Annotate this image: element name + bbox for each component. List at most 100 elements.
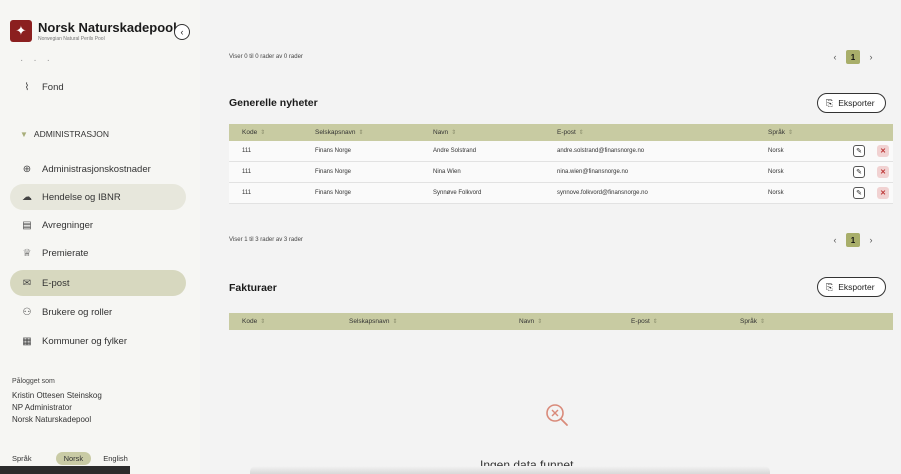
sidebar-item-fond[interactable]: ⌇ Fond — [10, 74, 186, 100]
cell-navn: Synnøve Folkvord — [433, 190, 482, 196]
cell-e-post: andre.solstrand@finansnorge.no — [557, 148, 645, 154]
cell-sprak: Norsk — [768, 148, 784, 154]
column-header-kode[interactable]: Kode ⇕ — [242, 129, 265, 136]
page-number-button[interactable]: 1 — [846, 50, 860, 64]
language-option-norsk[interactable]: Norsk — [55, 452, 92, 465]
caret-down-icon: ▼ — [20, 129, 28, 139]
close-icon: ✕ — [880, 148, 886, 155]
prev-page-icon[interactable]: ‹ — [830, 52, 840, 62]
language-option-english[interactable]: English — [103, 454, 128, 463]
export-button[interactable]: ⎘ Eksporter — [817, 277, 886, 297]
column-header-e-post[interactable]: E-post ⇕ — [557, 129, 584, 136]
export-button[interactable]: ⎘ Eksporter — [817, 93, 886, 113]
logo[interactable]: ✦ Norsk Naturskadepool Norwegian Natural… — [10, 20, 177, 42]
prev-page-icon[interactable]: ‹ — [830, 235, 840, 245]
pencil-icon: ✎ — [856, 148, 862, 155]
user-role: NP Administrator — [12, 403, 72, 412]
cell-e-post: nina.wien@finansnorge.no — [557, 169, 629, 175]
sort-icon: ⇕ — [759, 319, 766, 325]
cell-navn: Andre Solstrand — [433, 148, 477, 154]
collapse-sidebar-button[interactable]: ‹ — [174, 24, 190, 40]
table-generelle-nyheter: Kode ⇕ Selskapsnavn ⇕ Navn ⇕ E-post ⇕ Språk ⇕… — [229, 124, 893, 204]
table-header: Kode ⇕ Selskapsnavn ⇕ Navn ⇕ E-post ⇕ Språk ⇕ — [229, 124, 893, 141]
sidebar: ✦ Norsk Naturskadepool Norwegian Natural… — [0, 0, 200, 474]
sidebar-item-label: Brukere og roller — [42, 306, 113, 318]
sidebar-item-label: Kommuner og fylker — [42, 335, 128, 347]
user-info: Pålogget som Kristin Ottesen Steinskog N… — [12, 376, 102, 426]
sort-icon: ⇕ — [537, 319, 543, 325]
sidebar-item-hendelse-og-ibnr[interactable]: ☁ Hendelse og IBNR — [10, 184, 186, 210]
file-export-icon: ⎘ — [826, 281, 834, 292]
sidebar-item-label: Hendelse og IBNR — [42, 191, 121, 203]
cell-selskapsnavn: Finans Norge — [315, 148, 352, 154]
sort-icon: ⇕ — [787, 130, 794, 136]
language-switcher: Språk Norsk English — [12, 452, 128, 465]
sidebar-item-avregninger[interactable]: ▤ Avregninger — [10, 212, 186, 238]
top-row-info: Viser 0 til 0 rader av 0 rader — [229, 54, 303, 60]
table-row: 111 Finans Norge Andre Solstrand andre.s… — [229, 141, 893, 162]
user-org: Norsk Naturskadepool — [12, 415, 92, 424]
sort-icon: ⇕ — [358, 130, 364, 136]
column-header-navn[interactable]: Navn ⇕ — [433, 129, 456, 136]
edit-button[interactable]: ✎ — [853, 187, 865, 199]
language-label: Språk — [12, 454, 32, 463]
logo-subtitle: Norwegian Natural Perils Pool — [38, 36, 105, 42]
sidebar-item-premierate[interactable]: ♕ Premierate — [10, 240, 186, 266]
next-page-icon[interactable]: › — [866, 52, 876, 62]
page-number-button[interactable]: 1 — [846, 233, 860, 247]
sort-icon: ⇕ — [260, 130, 266, 136]
close-icon: ✕ — [880, 169, 886, 176]
user-name: Kristin Ottesen Steinskog — [12, 391, 102, 400]
mail-icon: ✉ — [22, 277, 32, 289]
column-header-sprak[interactable]: Språk ⇕ — [768, 129, 793, 136]
scroll-fade — [250, 466, 770, 474]
edit-button[interactable]: ✎ — [853, 166, 865, 178]
sort-icon: ⇕ — [652, 319, 658, 325]
section1-pagination: ‹ 1 › — [830, 233, 876, 247]
column-header-navn[interactable]: Navn ⇕ — [519, 318, 542, 325]
cell-kode: 111 — [242, 190, 252, 196]
cell-selskapsnavn: Finans Norge — [315, 169, 352, 175]
column-header-kode[interactable]: Kode ⇕ — [242, 318, 265, 325]
sidebar-item-kommuner-og-fylker[interactable]: ▦ Kommuner og fylker — [10, 328, 186, 354]
cell-selskapsnavn: Finans Norge — [315, 190, 352, 196]
cell-navn: Nina Wien — [433, 169, 461, 175]
document-icon: ▤ — [22, 219, 32, 231]
section-title-administrasjon[interactable]: ▼ ADMINISTRASJON — [20, 129, 109, 139]
cell-kode: 111 — [242, 169, 252, 175]
users-icon: ⚇ — [22, 306, 32, 318]
sidebar-item-label: Premierate — [42, 247, 89, 259]
sort-icon: ⇕ — [578, 130, 584, 136]
chevron-left-icon: ‹ — [180, 27, 184, 37]
map-icon: ▦ — [22, 335, 32, 347]
edit-button[interactable]: ✎ — [853, 145, 865, 157]
sort-icon: ⇕ — [260, 319, 266, 325]
column-header-sprak[interactable]: Språk ⇕ — [740, 318, 765, 325]
sidebar-item-brukere-og-roller[interactable]: ⚇ Brukere og roller — [10, 299, 186, 325]
sidebar-item-e-post[interactable]: ✉ E-post — [10, 270, 186, 296]
cell-sprak: Norsk — [768, 190, 784, 196]
logo-title: Norsk Naturskadepool — [38, 20, 177, 35]
logo-mark-icon: ✦ — [10, 20, 32, 42]
cell-sprak: Norsk — [768, 169, 784, 175]
delete-button[interactable]: ✕ — [877, 166, 889, 178]
chart-line-icon: ⌇ — [24, 81, 30, 93]
table-header: Kode ⇕ Selskapsnavn ⇕ Navn ⇕ E-post ⇕ Språk ⇕ — [229, 313, 893, 330]
coins-icon: ⊕ — [22, 163, 32, 175]
sidebar-item-label: Administrasjonskostnader — [42, 163, 151, 175]
pencil-icon: ✎ — [856, 190, 862, 197]
cell-e-post: synnove.folkvord@finansnorge.no — [557, 190, 648, 196]
sidebar-item-label: E-post — [42, 277, 70, 289]
column-header-e-post[interactable]: E-post ⇕ — [631, 318, 658, 325]
next-page-icon[interactable]: › — [866, 235, 876, 245]
column-header-selskapsnavn[interactable]: Selskapsnavn ⇕ — [349, 318, 398, 325]
pencil-icon: ✎ — [856, 169, 862, 176]
cloud-icon: ☁ — [22, 191, 32, 203]
logged-in-label: Pålogget som — [12, 378, 55, 385]
delete-button[interactable]: ✕ — [877, 187, 889, 199]
sidebar-item-administrasjonskostnader[interactable]: ⊕ Administrasjonskostnader — [10, 156, 186, 182]
delete-button[interactable]: ✕ — [877, 145, 889, 157]
trophy-icon: ♕ — [22, 247, 32, 259]
sort-icon: ⇕ — [451, 130, 457, 136]
column-header-selskapsnavn[interactable]: Selskapsnavn ⇕ — [315, 129, 364, 136]
